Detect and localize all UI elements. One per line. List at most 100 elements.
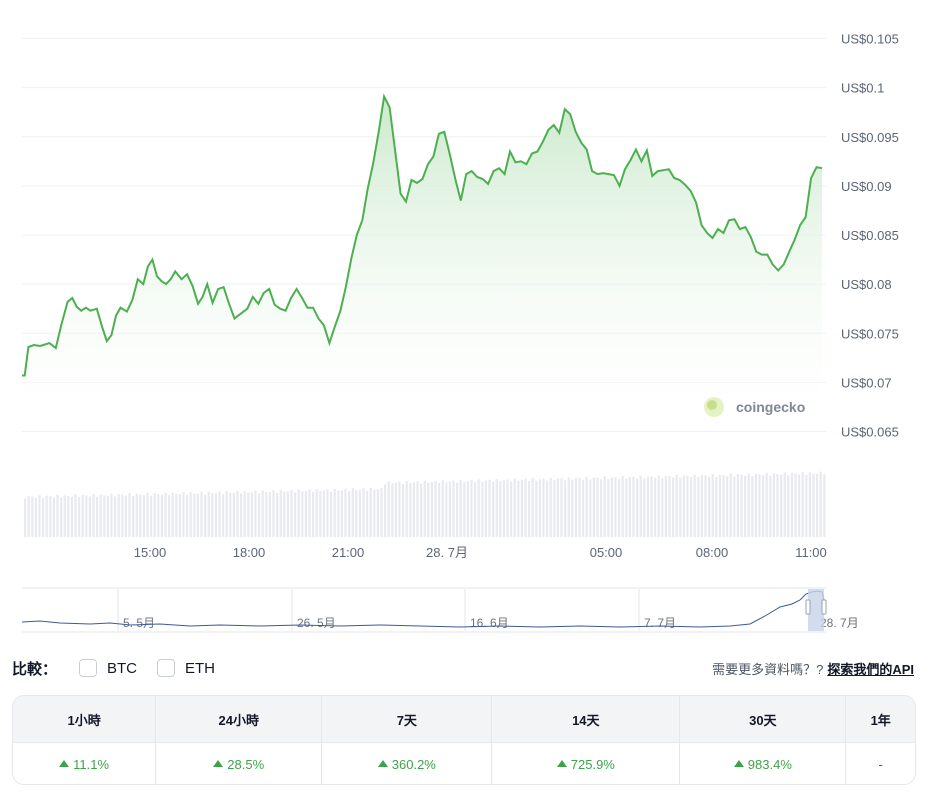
volume-bar <box>142 495 145 537</box>
navigator[interactable]: 5. 5月 26. 5月 16. 6月 7. 7月 28. 7月 <box>21 587 859 633</box>
volume-bar <box>610 477 613 537</box>
volume-bar <box>650 476 653 537</box>
volume-bar <box>56 494 59 537</box>
volume-bar <box>510 481 513 537</box>
volume-bar <box>124 495 127 537</box>
volume-bar <box>654 477 657 537</box>
volume-bar <box>409 483 412 537</box>
volume-bar <box>625 478 628 537</box>
volume-bar <box>168 495 171 537</box>
compare-btc-option[interactable]: BTC <box>79 659 137 677</box>
volume-bar <box>463 482 466 537</box>
volume-bar <box>736 474 739 537</box>
volume-bar <box>344 488 347 537</box>
volume-bar <box>164 492 167 537</box>
volume-bar <box>682 475 685 537</box>
x-tick-label: 05:00 <box>590 545 623 560</box>
volume-bar <box>398 481 401 537</box>
volume-bar <box>207 491 210 537</box>
volume-bar <box>787 475 790 537</box>
volume-bar <box>549 477 552 537</box>
volume-bar <box>495 478 498 537</box>
y-tick-label: US$0.065 <box>841 425 899 440</box>
volume-bar <box>103 495 106 537</box>
volume-bar <box>621 476 624 537</box>
volume-bar <box>657 475 660 537</box>
navigator-label: 16. 6月 <box>470 616 509 630</box>
volume-bar <box>351 488 354 537</box>
volume-bar <box>812 473 815 537</box>
volume-bar <box>772 473 775 537</box>
volume-bar <box>506 479 509 537</box>
volume-bar <box>88 496 91 537</box>
volume-bar <box>430 481 433 537</box>
volume-bar <box>240 493 243 537</box>
volume-bar <box>574 478 577 537</box>
volume-bar <box>412 482 415 537</box>
navigator-left-handle[interactable] <box>805 599 811 615</box>
value-14d-text: 725.9% <box>570 756 615 772</box>
api-link[interactable]: 探索我們的API <box>827 659 914 678</box>
volume-bar <box>67 495 70 537</box>
volume-bar <box>276 492 279 537</box>
volume-bar <box>690 477 693 537</box>
volume-bar <box>49 496 52 537</box>
caret-up-icon <box>213 759 224 767</box>
volume-bar <box>697 477 700 537</box>
volume-bar <box>92 494 95 537</box>
volume-bar <box>578 477 581 537</box>
x-tick-label: 11:00 <box>795 545 827 560</box>
volume-bar <box>441 480 444 537</box>
volume-bar <box>279 490 282 537</box>
volume-bar <box>391 483 394 537</box>
volume-bar <box>27 496 30 537</box>
volume-bar <box>218 491 221 537</box>
volume-bar <box>423 480 426 537</box>
btc-checkbox[interactable] <box>79 659 98 677</box>
volume-bar <box>157 494 160 537</box>
volume-bar <box>394 482 397 537</box>
volume-bar <box>128 493 131 537</box>
volume-bar <box>470 480 473 537</box>
volume-bar <box>520 479 523 537</box>
volume-bar <box>283 491 286 537</box>
volume-bar <box>420 483 423 537</box>
volume-bar <box>376 489 379 537</box>
volume-bar <box>193 493 196 537</box>
navigator-right-handle[interactable] <box>821 599 827 615</box>
volume-bar <box>96 496 99 537</box>
navigator-label: 26. 5月 <box>297 616 336 630</box>
volume-bar <box>560 478 563 537</box>
value-30d: 983.4% <box>680 743 847 784</box>
volume-bar <box>132 496 135 537</box>
volume-bar <box>643 478 646 537</box>
volume-bar <box>150 495 153 537</box>
volume-bar <box>762 475 765 537</box>
compare-eth-option[interactable]: ETH <box>157 659 215 677</box>
value-30d-text: 983.4% <box>747 756 792 772</box>
eth-checkbox[interactable] <box>157 659 176 677</box>
x-tick-label: 28. 7月 <box>426 545 468 560</box>
price-change-header-row: 1小時 24小時 7天 14天 30天 1年 <box>13 696 915 742</box>
caret-up-icon <box>556 759 567 767</box>
volume-bar <box>751 476 754 537</box>
volume-bars <box>24 471 826 537</box>
volume-bar <box>146 492 149 537</box>
header-1y: 1年 <box>870 712 891 728</box>
volume-bar <box>445 482 448 537</box>
volume-bar <box>675 474 678 537</box>
volume-bar <box>384 484 387 537</box>
volume-bar <box>99 494 102 537</box>
volume-bar <box>340 490 343 537</box>
y-tick-label: US$0.08 <box>841 277 892 292</box>
volume-bar <box>823 474 826 537</box>
volume-bar <box>373 489 376 537</box>
volume-bar <box>700 475 703 537</box>
volume-bar <box>322 490 325 537</box>
volume-bar <box>114 496 117 537</box>
volume-bar <box>34 497 37 537</box>
volume-bar <box>582 479 585 537</box>
volume-bar <box>337 490 340 537</box>
value-14d: 725.9% <box>492 743 681 784</box>
volume-bar <box>261 490 264 537</box>
